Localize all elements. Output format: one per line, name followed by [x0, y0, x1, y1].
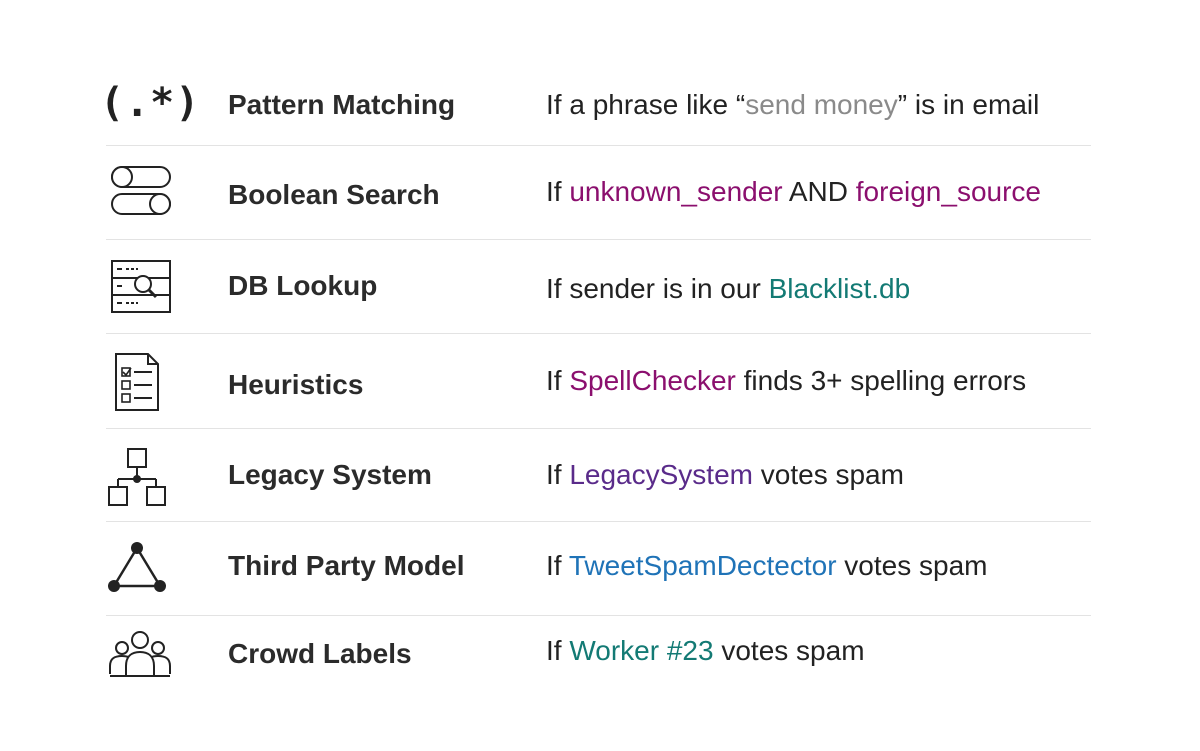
row-heuristics: Heuristics If SpellChecker finds 3+ spel…: [0, 334, 1200, 428]
rule-pre: If: [546, 635, 570, 666]
row-boolean-search: Boolean Search If unknown_sender AND for…: [0, 146, 1200, 239]
rule-post: votes spam: [752, 459, 904, 490]
row-pattern-matching: (.*) Pattern Matching If a phrase like “…: [0, 70, 1200, 145]
rule-post: ” is in email: [897, 89, 1040, 120]
rule-pre: If: [546, 459, 570, 490]
rule-post: AND: [782, 176, 856, 207]
rule-text: If a phrase like “send money” is in emai…: [546, 89, 1039, 121]
method-name: Crowd Labels: [228, 638, 412, 669]
rule-highlight-2: foreign_source: [855, 176, 1041, 207]
rule-post: votes spam: [836, 550, 988, 581]
method-name: Boolean Search: [228, 179, 440, 210]
rule-post: votes spam: [713, 635, 865, 666]
rule-pre: If sender is in our: [546, 273, 769, 304]
rule-highlight: SpellChecker: [569, 365, 736, 396]
row-crowd-labels: Crowd Labels If Worker #23 votes spam: [0, 616, 1200, 706]
rule-highlight: unknown_sender: [569, 176, 783, 207]
rule-pre: If: [546, 550, 569, 581]
rule-pre: If a phrase like “: [546, 89, 746, 120]
network-triangle-icon: [100, 538, 180, 608]
method-name: Legacy System: [228, 459, 432, 490]
rule-text: If TweetSpamDectector votes spam: [546, 550, 987, 582]
checklist-document-icon: [100, 346, 180, 416]
rule-highlight: send money: [745, 89, 898, 120]
regex-icon: (.*): [100, 80, 201, 126]
method-name: Third Party Model: [228, 550, 465, 581]
row-third-party-model: Third Party Model If TweetSpamDectector …: [0, 522, 1200, 615]
rule-highlight: Blacklist.db: [768, 273, 911, 304]
method-name: Heuristics: [228, 369, 364, 400]
row-legacy-system: Legacy System If LegacySystem votes spam: [0, 429, 1200, 521]
rule-pre: If: [546, 365, 570, 396]
rule-text: If LegacySystem votes spam: [546, 459, 904, 491]
rule-highlight: Worker #23: [569, 635, 714, 666]
crowd-people-icon: [100, 626, 180, 696]
toggle-switches-icon: [100, 160, 180, 230]
rule-text: If Worker #23 votes spam: [546, 635, 865, 667]
rule-text: If sender is in our Blacklist.db: [546, 273, 910, 305]
rule-highlight: TweetSpamDectector: [568, 550, 837, 581]
rule-post: finds 3+ spelling errors: [735, 365, 1027, 396]
rule-highlight: LegacySystem: [569, 459, 753, 490]
row-db-lookup: DB Lookup If sender is in our Blacklist.…: [0, 240, 1200, 333]
rule-text: If unknown_sender AND foreign_source: [546, 176, 1041, 208]
hierarchy-diagram-icon: [100, 443, 180, 513]
rule-text: If SpellChecker finds 3+ spelling errors: [546, 365, 1026, 397]
method-name: Pattern Matching: [228, 89, 456, 120]
rule-pre: If: [546, 176, 570, 207]
method-name: DB Lookup: [228, 270, 378, 301]
database-search-icon: [100, 254, 180, 324]
